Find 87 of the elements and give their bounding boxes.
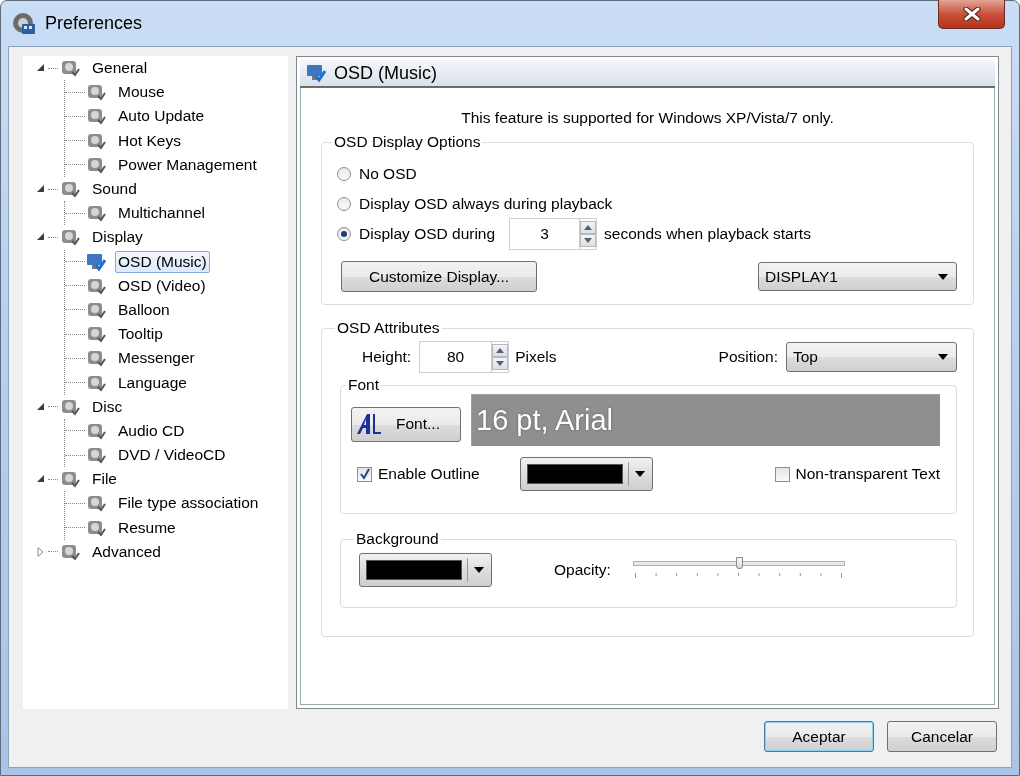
tree-item[interactable]: Auto Update <box>115 105 208 128</box>
tree-item[interactable]: Power Management <box>115 153 260 176</box>
app-icon <box>12 11 36 36</box>
dropdown[interactable]: DISPLAY1 <box>758 262 957 291</box>
device-icon <box>86 324 106 345</box>
checkmark-icon <box>358 468 371 480</box>
radio-button[interactable] <box>337 167 351 181</box>
height-label: Height: <box>362 348 412 366</box>
caret-icon <box>473 566 485 574</box>
expand-toggle[interactable] <box>36 401 46 412</box>
checkbox-label: Non-transparent Text <box>795 465 940 483</box>
caret-icon <box>937 272 949 281</box>
tree-item[interactable]: Audio CD <box>115 419 188 442</box>
expand-toggle[interactable] <box>36 184 46 195</box>
expand-toggle[interactable] <box>36 474 46 485</box>
dialog-button[interactable]: Aceptar <box>764 721 874 752</box>
spin-down-icon <box>492 357 509 370</box>
device-icon <box>86 203 106 224</box>
tree-item[interactable]: Messenger <box>115 347 198 370</box>
device-icon <box>60 179 80 200</box>
position-label: Position: <box>718 348 778 366</box>
dialog-button[interactable]: Cancelar <box>887 721 997 752</box>
close-button[interactable] <box>938 0 1005 29</box>
tree-item[interactable]: Display <box>89 226 146 249</box>
group-label: Background <box>355 530 440 548</box>
panel-title: OSD (Music) <box>334 62 437 84</box>
device-icon <box>86 251 106 272</box>
checkbox[interactable] <box>357 466 372 482</box>
opacity-label: Opacity: <box>554 561 611 579</box>
dropdown[interactable]: Top <box>786 342 957 372</box>
caret-icon <box>633 470 646 478</box>
device-icon <box>86 348 106 369</box>
spin-up-icon <box>580 221 597 234</box>
notice-text: This feature is supported for Windows XP/Vista/7 only. <box>460 109 835 127</box>
tree-item[interactable]: DVD / VideoCD <box>115 444 229 467</box>
tree-item[interactable]: Tooltip <box>115 323 166 346</box>
monitor-icon <box>306 63 326 83</box>
expand-toggle[interactable] <box>36 63 46 74</box>
expand-toggle[interactable] <box>36 232 46 243</box>
tree-item[interactable]: General <box>89 57 151 80</box>
checkbox[interactable] <box>774 466 790 482</box>
unit-label: Pixels <box>515 348 558 366</box>
color-dropdown[interactable] <box>519 457 653 491</box>
device-icon <box>60 469 80 490</box>
tree-item[interactable]: Resume <box>115 516 179 539</box>
device-icon <box>86 82 106 103</box>
customize-button[interactable]: Customize Display... <box>341 261 537 292</box>
tree-item[interactable]: File <box>89 468 120 491</box>
device-icon <box>86 106 106 127</box>
seconds-spinner[interactable]: 3 <box>509 218 598 250</box>
device-icon <box>60 58 80 79</box>
tree-item[interactable]: File type association <box>115 492 262 515</box>
radio-label: Display OSD always during playback <box>359 195 613 213</box>
group-label: Font <box>347 376 380 394</box>
tree-item[interactable]: Mouse <box>115 81 168 104</box>
font-icon <box>356 412 382 436</box>
checkbox-label: Enable Outline <box>378 465 480 483</box>
font-button[interactable]: Font... <box>351 406 461 442</box>
device-icon <box>86 445 106 466</box>
radio-button[interactable] <box>337 197 351 211</box>
caret-icon <box>937 353 949 361</box>
tree-item[interactable]: Hot Keys <box>115 129 184 152</box>
color-dropdown[interactable] <box>359 553 492 587</box>
radio-label: Display OSD during <box>359 225 496 243</box>
slider-thumb[interactable] <box>735 557 743 569</box>
tree-item[interactable]: OSD (Video) <box>115 274 209 297</box>
radio-label: No OSD <box>359 165 417 183</box>
group-label: OSD Attributes <box>336 319 441 337</box>
unit-label: seconds when playback starts <box>604 225 811 243</box>
tree-item[interactable]: Multichannel <box>115 202 209 225</box>
tree-item[interactable]: Language <box>115 371 190 394</box>
font-preview: 16 pt, Arial <box>471 394 940 446</box>
tree-item[interactable]: Advanced <box>89 540 164 563</box>
tree-item[interactable]: Balloon <box>115 298 173 321</box>
tree-item[interactable]: OSD (Music) <box>115 250 210 273</box>
tree-item[interactable]: Disc <box>89 395 126 418</box>
group-label: OSD Display Options <box>333 133 482 151</box>
window-title: Preferences <box>45 13 143 34</box>
close-icon <box>962 7 981 21</box>
spin-down-icon <box>580 234 597 247</box>
radio-button[interactable] <box>337 227 351 241</box>
height-spinner[interactable]: 80 <box>419 341 510 373</box>
device-icon <box>86 493 106 514</box>
spin-up-icon <box>492 344 509 357</box>
expand-toggle[interactable] <box>36 546 46 557</box>
device-icon <box>60 227 80 248</box>
tree-item[interactable]: Sound <box>89 178 140 201</box>
